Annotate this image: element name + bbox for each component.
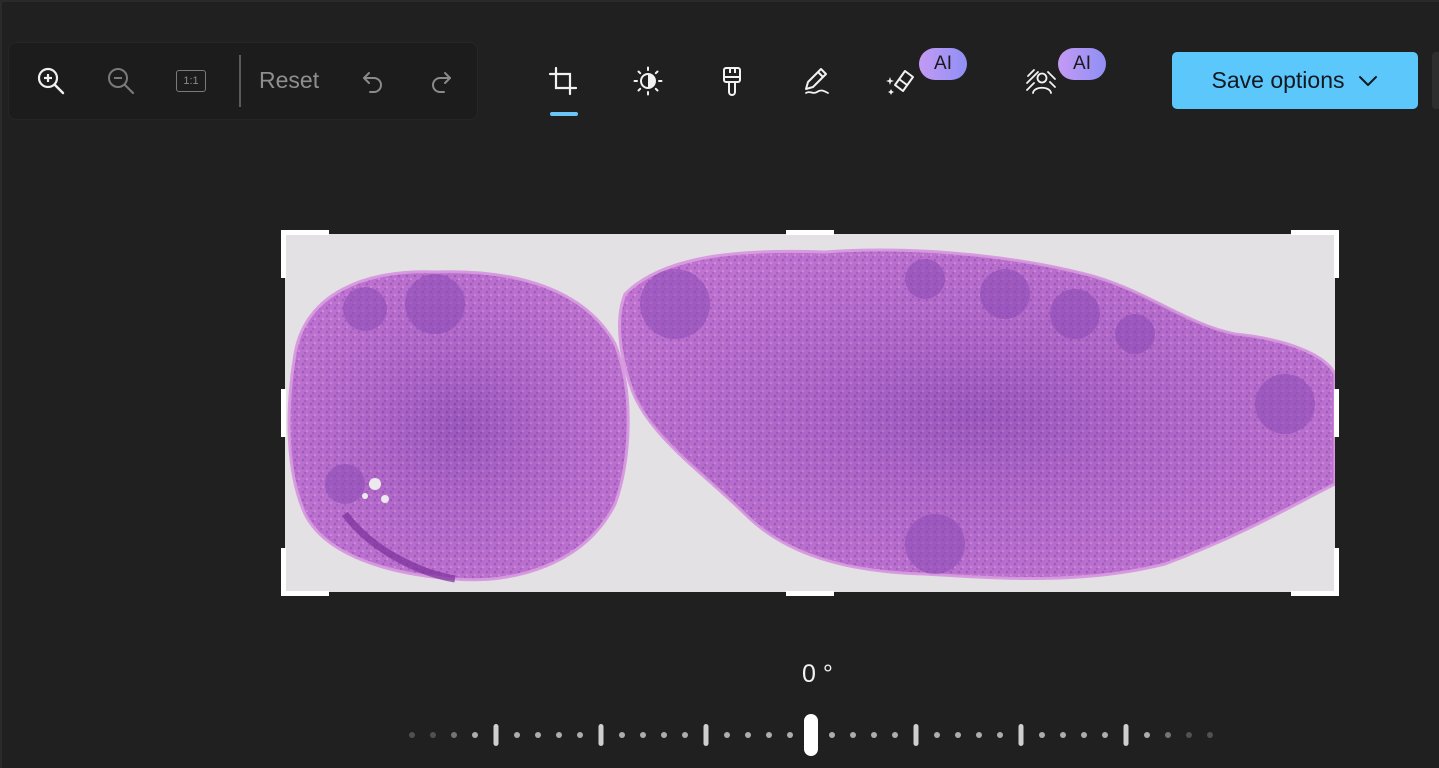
active-tool-indicator (550, 112, 578, 116)
rotation-minor-tick (1102, 732, 1108, 738)
rotation-minor-tick (745, 732, 751, 738)
zoom-in-button[interactable] (33, 63, 69, 99)
chevron-down-icon (1359, 75, 1378, 86)
rotation-minor-tick (619, 732, 625, 738)
rotation-minor-tick (892, 732, 898, 738)
undo-button[interactable] (357, 65, 389, 97)
zoom-out-button[interactable] (103, 63, 139, 99)
crop-handle-top[interactable] (786, 230, 834, 235)
crop-handle-top-right[interactable] (1291, 230, 1339, 235)
rotation-major-tick (1018, 724, 1024, 746)
background-blur-icon (1026, 69, 1056, 94)
background-ai-badge: AI (1058, 48, 1106, 80)
rotation-minor-tick (682, 732, 688, 738)
rotation-minor-tick (430, 732, 436, 738)
reset-button[interactable]: Reset (259, 67, 319, 94)
crop-handle-top-left-vertical[interactable] (281, 230, 286, 278)
crop-tool-button[interactable] (540, 58, 586, 104)
rotation-minor-tick (535, 732, 541, 738)
crop-handle-bottom-left[interactable] (281, 591, 329, 596)
rotation-minor-tick (640, 732, 646, 738)
markup-tool-button[interactable] (793, 58, 839, 104)
rotation-slider-thumb[interactable] (804, 714, 818, 756)
view-controls-group: 1:1 Reset (8, 42, 478, 120)
redo-button[interactable] (425, 65, 457, 97)
rotation-minor-tick (1081, 732, 1087, 738)
rotation-major-tick (493, 724, 499, 746)
undo-icon (363, 72, 382, 93)
rotation-minor-tick (1060, 732, 1066, 738)
zoom-out-icon (108, 68, 135, 95)
crop-handle-bottom-right-vertical[interactable] (1334, 548, 1339, 596)
crop-icon (548, 66, 578, 96)
rotation-minor-tick (934, 732, 940, 738)
erase-ai-badge: AI (919, 48, 967, 80)
rotation-minor-tick (955, 732, 961, 738)
photo-editor-window: 1:1 Reset AI AI Save options 0 ° (0, 0, 1439, 768)
actual-size-button[interactable]: 1:1 (173, 65, 209, 97)
brush-icon (723, 67, 741, 96)
rotation-minor-tick (724, 732, 730, 738)
crop-handle-bottom-right[interactable] (1291, 591, 1339, 596)
rotation-minor-tick (871, 732, 877, 738)
rotation-slider[interactable] (202, 702, 1422, 762)
rotation-minor-tick (451, 732, 457, 738)
rotation-minor-tick (1165, 732, 1171, 738)
actual-size-label: 1:1 (176, 70, 206, 92)
rotation-minor-tick (409, 732, 415, 738)
rotation-minor-tick (514, 732, 520, 738)
rotation-major-tick (913, 724, 919, 746)
save-options-button[interactable]: Save options (1172, 52, 1418, 109)
rotation-minor-tick (1186, 732, 1192, 738)
rotation-minor-tick (556, 732, 562, 738)
overflow-button-edge[interactable] (1432, 52, 1439, 109)
rotation-minor-tick (787, 732, 793, 738)
erase-tool-button[interactable] (878, 58, 924, 104)
rotation-minor-tick (1039, 732, 1045, 738)
rotation-major-tick (598, 724, 604, 746)
rotation-major-tick (703, 724, 709, 746)
redo-icon (432, 72, 451, 93)
rotation-minor-tick (850, 732, 856, 738)
crop-canvas[interactable] (281, 230, 1339, 596)
rotation-minor-tick (472, 732, 478, 738)
crop-handle-left[interactable] (281, 389, 286, 437)
rotation-major-tick (1123, 724, 1129, 746)
rotation-minor-tick (829, 732, 835, 738)
adjust-tool-button[interactable] (625, 58, 671, 104)
rotation-minor-tick (1144, 732, 1150, 738)
crop-handle-top-right-vertical[interactable] (1334, 230, 1339, 278)
save-options-label: Save options (1211, 67, 1345, 93)
toolbar-separator (239, 55, 241, 107)
rotation-angle-label: 0 ° (802, 660, 833, 688)
rotation-minor-tick (976, 732, 982, 738)
crop-handle-right[interactable] (1334, 389, 1339, 437)
tissue-slide-image (285, 234, 1335, 592)
crop-handle-bottom-left-vertical[interactable] (281, 548, 286, 596)
eraser-icon (886, 70, 914, 95)
zoom-in-icon (37, 67, 65, 95)
crop-handle-top-left[interactable] (281, 230, 329, 235)
rotation-minor-tick (577, 732, 583, 738)
rotation-minor-tick (1207, 732, 1213, 738)
brightness-icon (633, 66, 663, 96)
filter-tool-button[interactable] (709, 58, 755, 104)
rotation-minor-tick (661, 732, 667, 738)
rotation-minor-tick (766, 732, 772, 738)
pen-icon (805, 68, 829, 94)
rotation-minor-tick (997, 732, 1003, 738)
crop-handle-bottom[interactable] (786, 591, 834, 596)
